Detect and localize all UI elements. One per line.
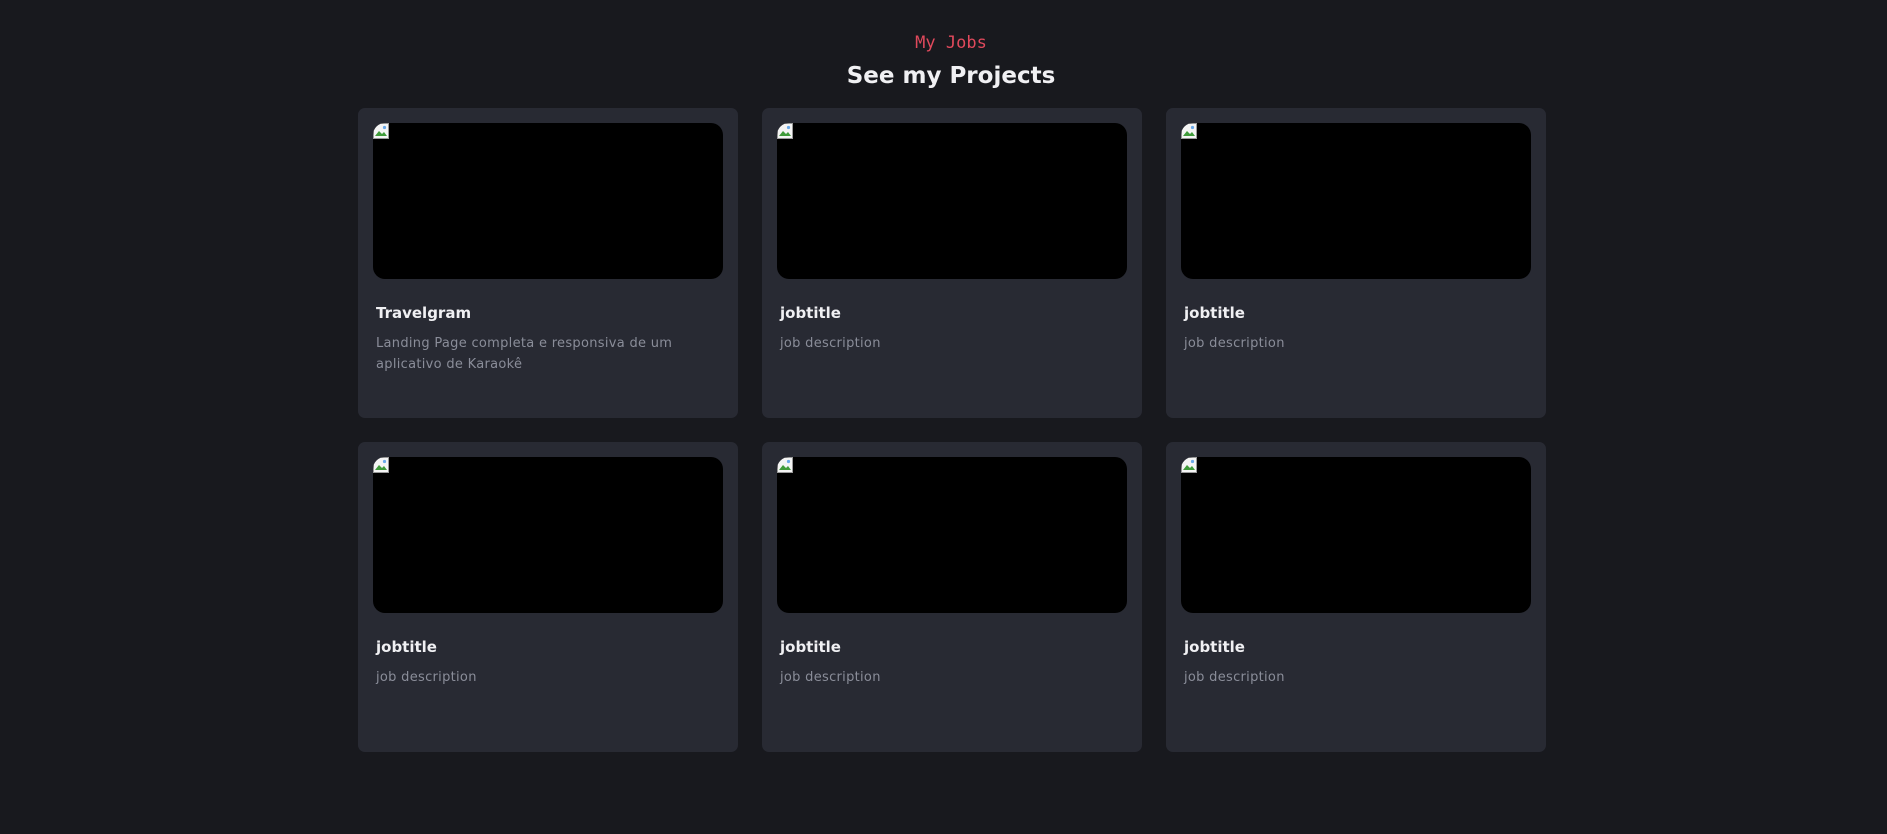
project-image[interactable]: [373, 457, 723, 613]
project-card[interactable]: jobtitle job description: [762, 442, 1142, 752]
project-description: job description: [780, 336, 881, 351]
broken-image-icon: [1181, 123, 1197, 139]
project-title: jobtitle: [1184, 638, 1245, 656]
project-description: job description: [376, 670, 477, 685]
project-title: jobtitle: [376, 638, 437, 656]
broken-image-icon: [1181, 457, 1197, 473]
project-title: Travelgram: [376, 304, 472, 322]
broken-image-icon: [777, 457, 793, 473]
project-card[interactable]: jobtitle job description: [762, 108, 1142, 418]
project-description: Landing Page completa e responsiva de um…: [376, 336, 673, 372]
project-image[interactable]: [777, 123, 1127, 279]
project-image[interactable]: [1181, 123, 1531, 279]
section-title: See my Projects: [846, 63, 1056, 89]
project-title: jobtitle: [780, 638, 841, 656]
project-image[interactable]: [777, 457, 1127, 613]
project-card[interactable]: Travelgram Landing Page completa e respo…: [358, 108, 738, 418]
broken-image-icon: [373, 457, 389, 473]
project-card[interactable]: jobtitle job description: [1166, 108, 1546, 418]
project-image[interactable]: [373, 123, 723, 279]
project-description: job description: [1184, 670, 1285, 685]
project-title: jobtitle: [1184, 304, 1245, 322]
section-subtitle: My Jobs: [915, 33, 987, 53]
project-description: job description: [1184, 336, 1285, 351]
project-title: jobtitle: [780, 304, 841, 322]
broken-image-icon: [373, 123, 389, 139]
broken-image-icon: [777, 123, 793, 139]
project-description: job description: [780, 670, 881, 685]
project-card[interactable]: jobtitle job description: [358, 442, 738, 752]
project-card[interactable]: jobtitle job description: [1166, 442, 1546, 752]
project-image[interactable]: [1181, 457, 1531, 613]
projects-grid: Travelgram Landing Page completa e respo…: [358, 108, 1546, 752]
